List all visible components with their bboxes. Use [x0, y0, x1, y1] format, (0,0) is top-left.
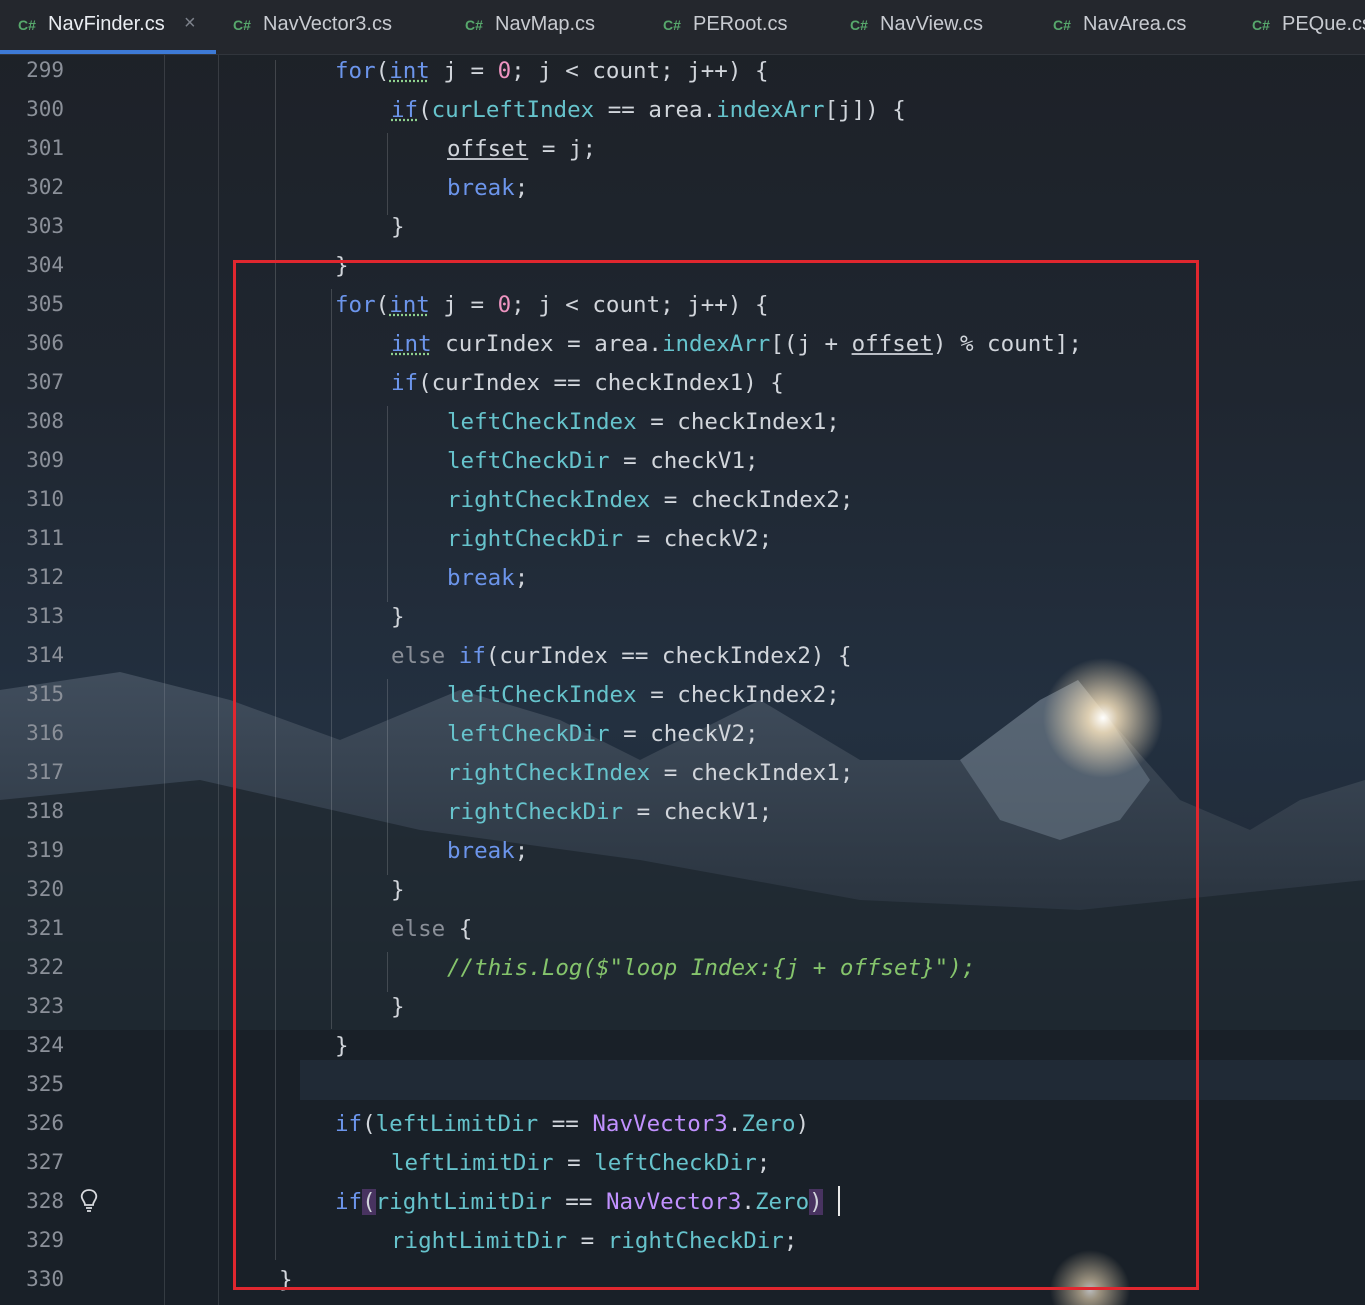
line-number: 322	[26, 955, 64, 979]
tab-navfinder[interactable]: C# NavFinder.cs ×	[18, 0, 216, 54]
local-variable: offset	[447, 136, 529, 162]
tab-peroot[interactable]: C# PERoot.cs	[663, 0, 833, 54]
line-number: 301	[26, 136, 64, 160]
line-number: 300	[26, 97, 64, 121]
field: curLeftIndex	[431, 97, 595, 123]
line-number: 313	[26, 604, 64, 628]
gutter-divider	[218, 55, 219, 1305]
line-number: 330	[26, 1267, 64, 1291]
csharp-file-icon: C#	[850, 17, 868, 33]
gutter-divider	[164, 55, 165, 1305]
tab-label: NavVector3.cs	[263, 13, 392, 35]
tab-label: PERoot.cs	[693, 13, 788, 35]
code-line-301[interactable]: offset = j;	[447, 130, 596, 169]
tab-peque[interactable]: C# PEQue.cs	[1252, 0, 1365, 54]
line-number: 309	[26, 448, 64, 472]
csharp-file-icon: C#	[663, 17, 681, 33]
line-number: 307	[26, 370, 64, 394]
line-number: 312	[26, 565, 64, 589]
code-text: [j]) {	[824, 97, 906, 123]
tab-navmap[interactable]: C# NavMap.cs	[465, 0, 645, 54]
indent-guide	[387, 133, 388, 215]
line-number: 327	[26, 1150, 64, 1174]
csharp-file-icon: C#	[1053, 17, 1071, 33]
keyword: for	[335, 58, 376, 84]
tab-label: NavMap.cs	[495, 13, 596, 35]
keyword: if	[391, 97, 419, 123]
csharp-file-icon: C#	[465, 17, 483, 33]
line-number: 329	[26, 1228, 64, 1252]
line-number: 310	[26, 487, 64, 511]
line-number: 317	[26, 760, 64, 784]
field: indexArr	[716, 97, 825, 123]
line-number: 316	[26, 721, 64, 745]
code-line-300[interactable]: if(curLeftIndex == area.indexArr[j]) {	[391, 91, 906, 130]
line-number: 321	[26, 916, 64, 940]
code-line-299[interactable]: for(int j = 0; j < count; j++) {	[335, 52, 769, 91]
tab-label: NavArea.cs	[1083, 13, 1187, 35]
lightbulb-icon[interactable]	[78, 1188, 100, 1214]
code-line-302[interactable]: break;	[447, 169, 528, 208]
number-literal: 0	[497, 58, 512, 84]
keyword: int	[389, 58, 430, 84]
tab-label: PEQue.cs	[1282, 13, 1365, 35]
line-number: 325	[26, 1072, 64, 1096]
line-number: 324	[26, 1033, 64, 1057]
code-line-303[interactable]: }	[391, 208, 405, 247]
tab-navarea[interactable]: C# NavArea.cs	[1053, 0, 1233, 54]
line-number: 328	[26, 1189, 64, 1213]
red-annotation-box	[233, 260, 1199, 1290]
line-number: 299	[26, 58, 64, 82]
tab-navview[interactable]: C# NavView.cs	[850, 0, 1030, 54]
close-tab-icon[interactable]: ×	[184, 12, 196, 35]
keyword: break	[447, 175, 515, 201]
line-number: 306	[26, 331, 64, 355]
line-number: 320	[26, 877, 64, 901]
line-number: 308	[26, 409, 64, 433]
line-number: 304	[26, 253, 64, 277]
code-text: = j;	[528, 136, 597, 162]
csharp-file-icon: C#	[233, 17, 251, 33]
code-text: }	[391, 214, 405, 240]
line-number: 323	[26, 994, 64, 1018]
line-number: 311	[26, 526, 64, 550]
line-number: 303	[26, 214, 64, 238]
line-number: 305	[26, 292, 64, 316]
code-text: == area.	[594, 97, 717, 123]
active-tab-indicator	[0, 50, 216, 54]
line-number: 319	[26, 838, 64, 862]
line-number: 314	[26, 643, 64, 667]
code-text: (	[418, 97, 432, 123]
editor-tab-bar: C# NavFinder.cs × C# NavVector3.cs C# Na…	[0, 0, 1365, 55]
code-text: j =	[429, 58, 498, 84]
line-number: 326	[26, 1111, 64, 1135]
code-text: ;	[514, 175, 529, 201]
line-number: 318	[26, 799, 64, 823]
line-number: 302	[26, 175, 64, 199]
csharp-file-icon: C#	[18, 17, 36, 33]
tab-label: NavView.cs	[880, 13, 984, 35]
tab-navvector3[interactable]: C# NavVector3.cs	[233, 0, 433, 54]
code-text: ; j < count; j++) {	[511, 58, 769, 84]
line-number: 315	[26, 682, 64, 706]
tab-label: NavFinder.cs	[48, 13, 165, 35]
csharp-file-icon: C#	[1252, 17, 1270, 33]
